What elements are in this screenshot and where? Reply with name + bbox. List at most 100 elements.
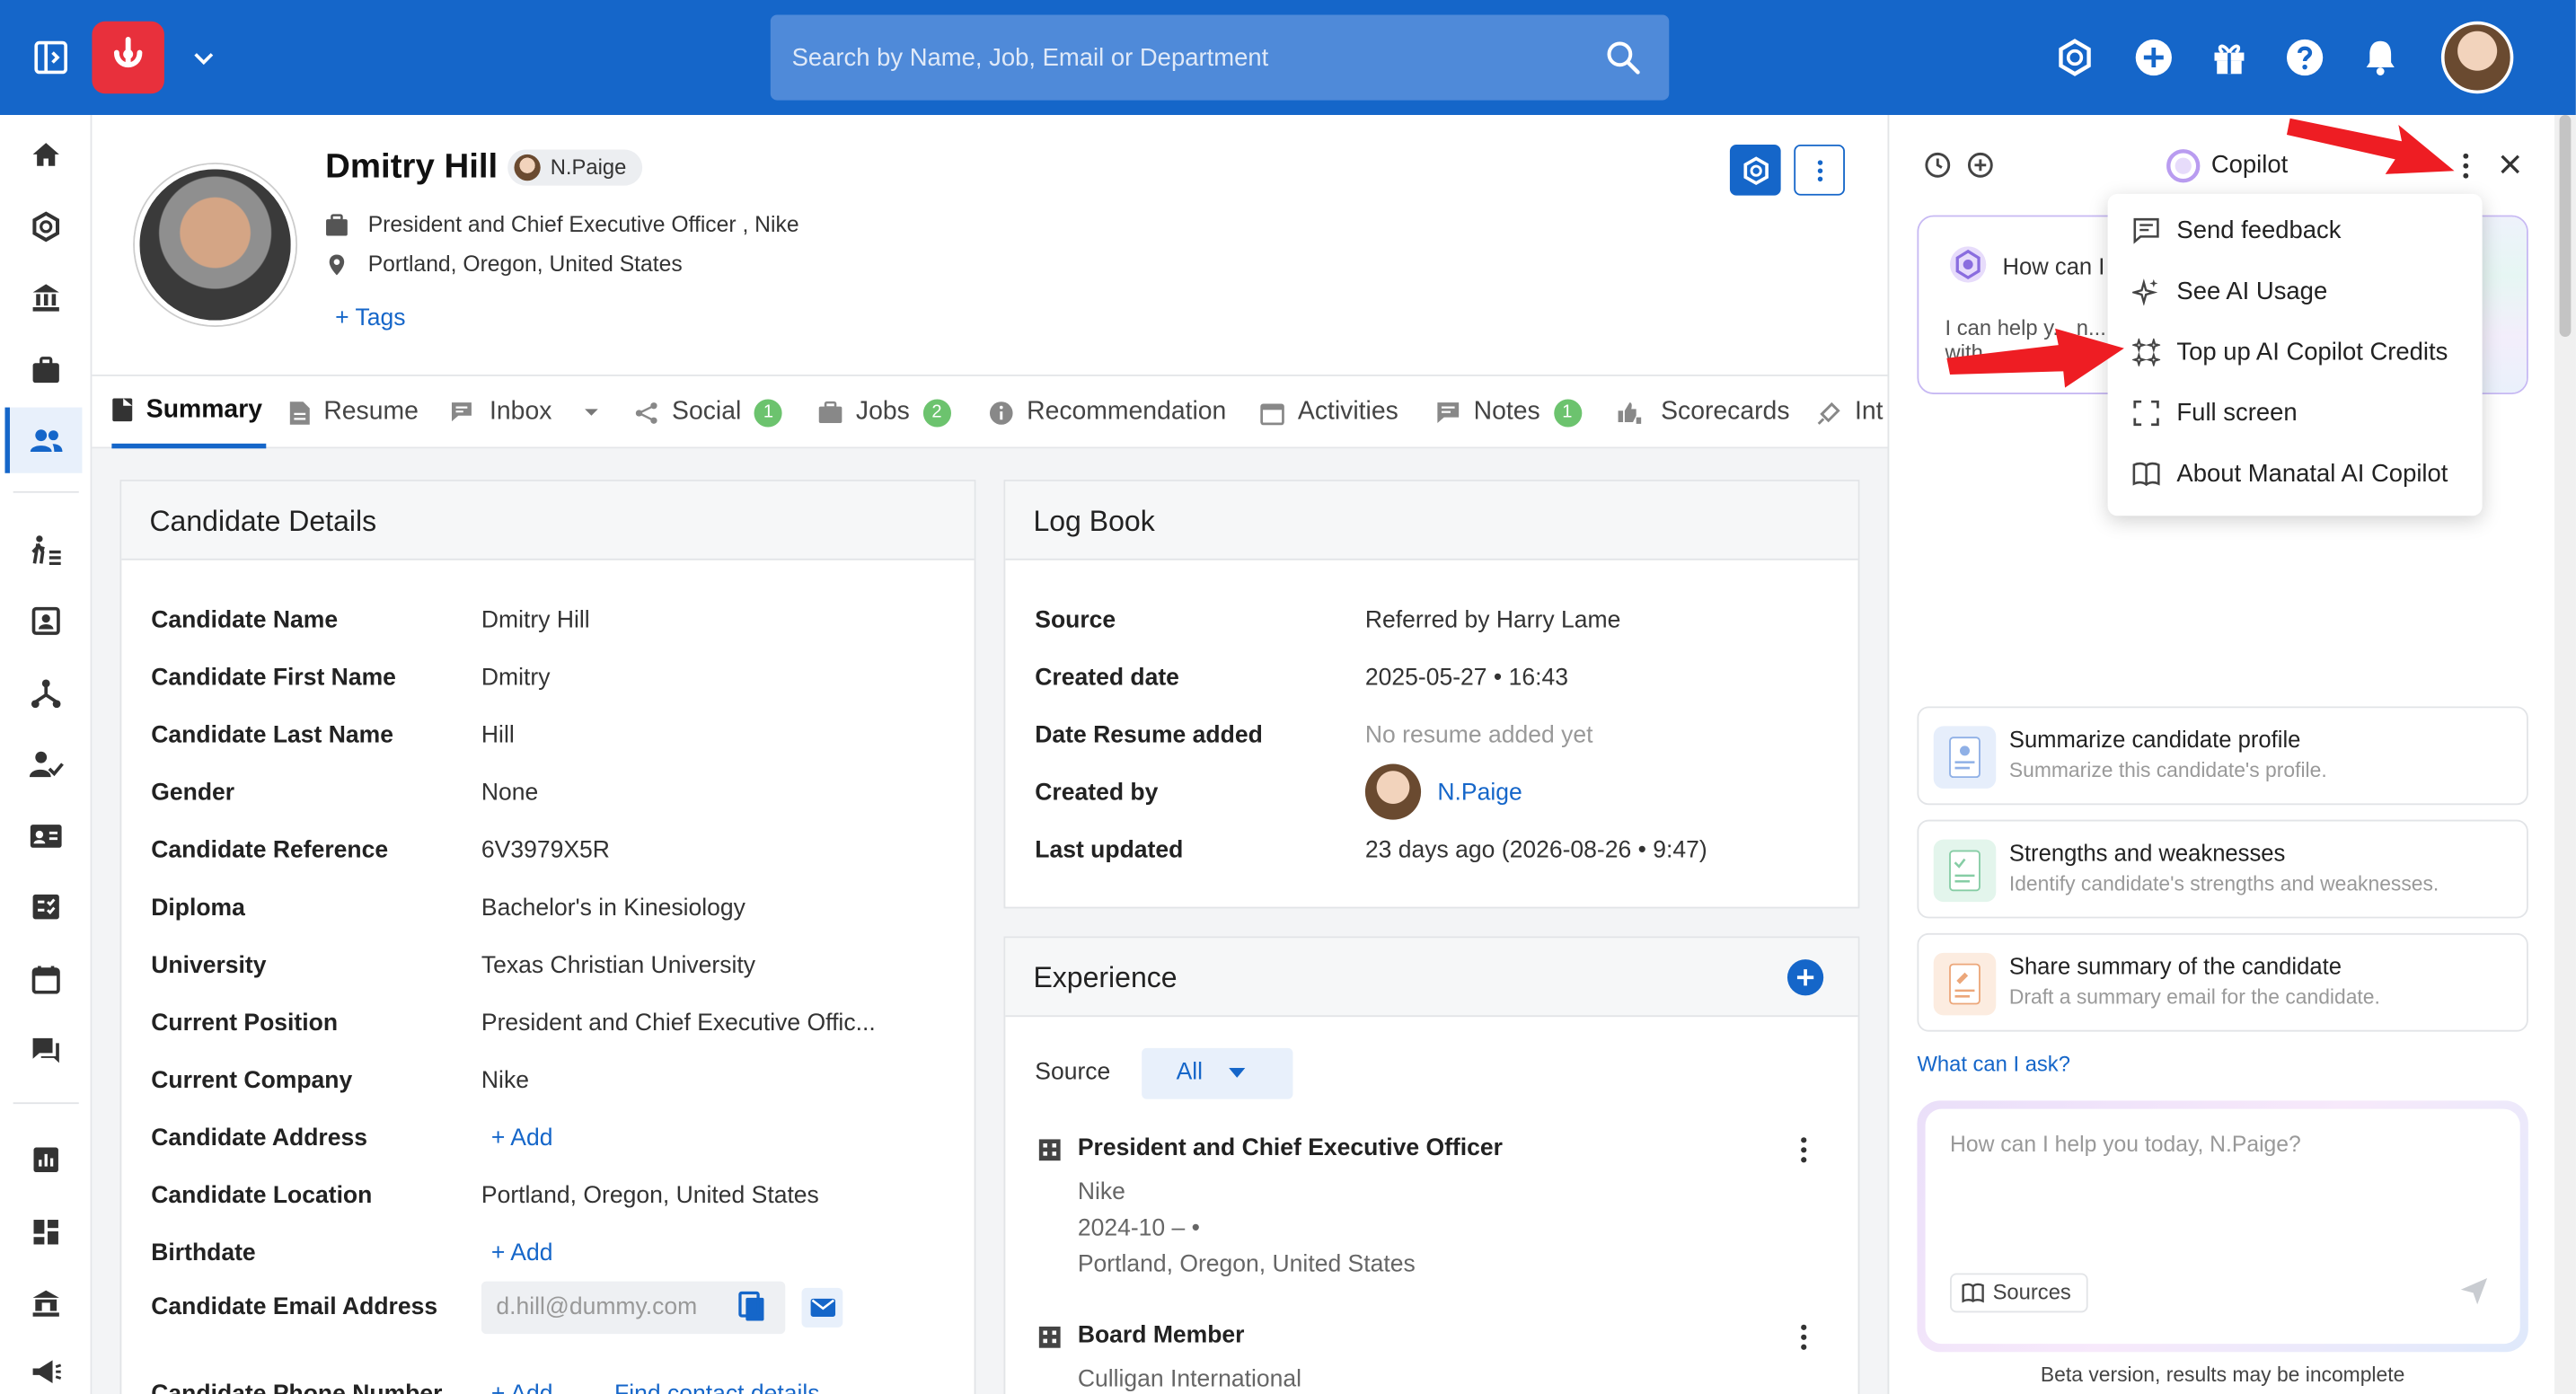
sources-label: Sources [1992,1279,2071,1305]
plus-icon [1796,969,1814,986]
ai-icon[interactable] [10,194,82,260]
global-search[interactable] [770,14,1670,101]
field-label: Source [1035,607,1116,634]
contacts-icon[interactable] [10,588,82,654]
suggestion-subtitle: Summarize this candidate's profile. [2008,758,2327,782]
sidebar-toggle-icon[interactable] [30,36,73,79]
tab-activities[interactable]: Activities [1260,376,1398,448]
annotation-arrow-menu [2286,118,2455,174]
field-label: Created by [1035,780,1159,807]
tab-label: Scorecards [1661,397,1790,426]
tab-label: Social [672,397,742,426]
scrollbar-thumb[interactable] [2559,115,2572,337]
history-icon[interactable] [1924,151,1952,187]
new-chat-icon[interactable] [1966,151,1994,187]
assign-icon[interactable] [10,731,82,797]
pipeline-icon[interactable] [10,517,82,583]
menu-item-about-copilot[interactable]: About Manatal AI Copilot [2108,444,2483,505]
tab-social[interactable]: Social 1 [634,376,783,448]
more-actions-button[interactable] [1794,144,1845,196]
left-sidebar [0,115,93,1394]
ai-icon [1742,155,1769,185]
close-icon[interactable] [2499,153,2522,184]
announce-icon[interactable] [10,1339,82,1394]
bell-icon[interactable] [2359,36,2402,79]
search-icon[interactable] [1603,38,1643,77]
copy-icon[interactable] [737,1291,767,1333]
jobs-icon[interactable] [10,337,82,402]
tab-summary[interactable]: Summary [111,376,266,449]
owner-badge[interactable]: N.Paige [507,149,643,186]
add-tags-link[interactable]: + Tags [335,305,405,331]
what-can-i-ask-link[interactable]: What can I ask? [1917,1052,2069,1076]
copilot-input-box: Sources [1917,1100,2528,1353]
field-label: Current Position [151,1010,339,1037]
help-icon[interactable] [2283,36,2326,79]
candidate-details-card: Candidate Details Candidate Name Dmitry … [119,480,976,1394]
tab-resume[interactable]: Resume [289,376,419,448]
company-icon[interactable] [10,264,82,330]
annotation-arrow-topup [1946,328,2124,388]
field-label: University [151,952,267,980]
ai-analyze-button[interactable] [1729,144,1781,196]
calendar-icon[interactable] [10,947,82,1012]
experience-menu-icon[interactable] [1791,1135,1817,1173]
gift-icon[interactable] [2208,36,2251,79]
add-icon[interactable] [2132,36,2175,79]
suggestion-strengths[interactable]: Strengths and weaknesses Identify candid… [1917,819,2528,919]
tab-notes[interactable]: Notes 1 [1436,376,1582,448]
position-text: President and Chief Executive Officer , … [367,211,799,237]
reports-icon[interactable] [10,1127,82,1193]
copilot-prompt-input[interactable] [1950,1132,2476,1231]
book-icon [2132,462,2160,487]
find-contact-link[interactable]: Find contact details [614,1381,820,1394]
search-input[interactable] [770,14,1670,101]
add-phone-link[interactable]: + Add [491,1381,553,1394]
id-card-icon[interactable] [10,803,82,869]
field-label: Last updated [1035,837,1184,865]
chevron-down-icon[interactable] [581,402,601,422]
bank-icon[interactable] [10,1270,82,1336]
menu-item-full-screen[interactable]: Full screen [2108,383,2483,444]
add-birthdate-link[interactable]: + Add [491,1240,553,1266]
copilot-logo-icon [2166,148,2201,192]
menu-item-see-ai-usage[interactable]: See AI Usage [2108,261,2483,322]
send-icon[interactable] [2459,1276,2489,1314]
tab-inbox[interactable]: Inbox [450,376,601,448]
creator-link[interactable]: N.Paige [1437,781,1522,807]
info-icon [989,401,1013,424]
tab-count-badge: 1 [1553,398,1582,427]
candidates-icon[interactable] [4,407,83,473]
chevron-down-icon[interactable] [188,41,221,75]
user-avatar[interactable] [2440,21,2514,94]
add-address-link[interactable]: + Add [491,1125,553,1151]
ai-copilot-icon[interactable] [2053,36,2096,79]
org-chart-icon[interactable] [10,660,82,726]
tasks-icon[interactable] [10,874,82,940]
experience-menu-icon[interactable] [1791,1322,1817,1360]
source-select[interactable]: All [1142,1047,1293,1099]
page-scrollbar[interactable] [2554,115,2576,1394]
kebab-menu-icon[interactable] [2456,151,2475,189]
tab-jobs[interactable]: Jobs 2 [818,376,951,448]
chat-icon[interactable] [10,1017,82,1082]
menu-item-send-feedback[interactable]: Send feedback [2108,200,2483,261]
experience-dates: 2024-10 – • [1077,1215,1200,1242]
field-label: Candidate Last Name [151,722,393,750]
menu-item-top-up-credits[interactable]: Top up AI Copilot Credits [2108,322,2483,383]
dashboard-icon[interactable] [10,1199,82,1265]
tab-recommendation[interactable]: Recommendation [989,376,1226,448]
suggestion-share-summary[interactable]: Share summary of the candidate Draft a s… [1917,932,2528,1032]
manatal-logo[interactable] [92,21,164,94]
profile-doc-icon [1933,726,1997,789]
home-icon[interactable] [10,121,82,187]
sources-button[interactable]: Sources [1950,1273,2088,1313]
tab-scorecards[interactable]: Scorecards [1617,376,1790,448]
send-email-button[interactable] [801,1287,843,1328]
field-label: Candidate Reference [151,837,389,865]
suggestion-summarize[interactable]: Summarize candidate profile Summarize th… [1917,706,2528,806]
tab-interviews[interactable]: Int [1817,376,1883,448]
field-label: Candidate Address [151,1125,367,1152]
field-value: Bachelor's in Kinesiology [481,895,745,922]
add-experience-button[interactable] [1786,959,1824,996]
